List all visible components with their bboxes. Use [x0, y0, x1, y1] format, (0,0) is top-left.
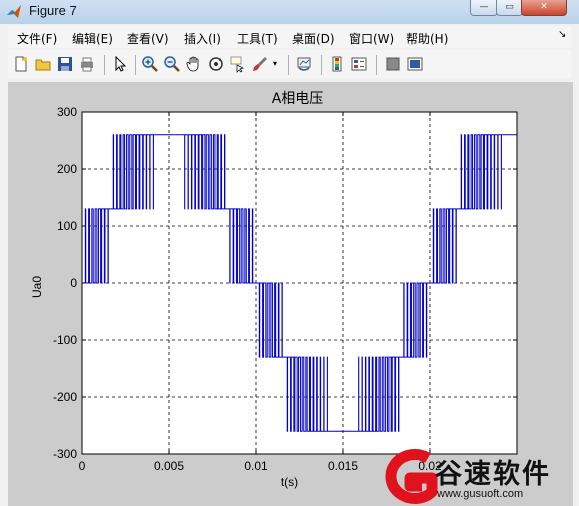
- y-tick-label: 200: [57, 162, 77, 176]
- y-tick-label: -300: [53, 447, 77, 461]
- watermark-url: www.gusuoft.com: [437, 488, 524, 500]
- x-tick-label: 0.005: [154, 459, 184, 473]
- plot-axes[interactable]: 0 0.005 0.01 0.015 0.02-300-200-100010020030…: [0, 0, 579, 506]
- watermark-brand: 谷速软件: [435, 459, 551, 490]
- y-tick-label: 100: [57, 219, 77, 233]
- y-tick-label: 0: [70, 276, 77, 290]
- figure-window: Figure 7 — ▭ ✕ 文件(F) 编辑(E) 查看(V) 插入(I) 工…: [0, 0, 579, 506]
- x-axis-label: t(s): [281, 475, 298, 489]
- y-axis-label: Ua0: [30, 276, 44, 298]
- x-tick-label: 0: [79, 459, 86, 473]
- y-tick-label: -100: [53, 333, 77, 347]
- y-tick-label: -200: [53, 390, 77, 404]
- x-tick-label: 0.01: [244, 459, 268, 473]
- y-tick-label: 300: [57, 105, 77, 119]
- x-tick-label: 0.015: [328, 459, 358, 473]
